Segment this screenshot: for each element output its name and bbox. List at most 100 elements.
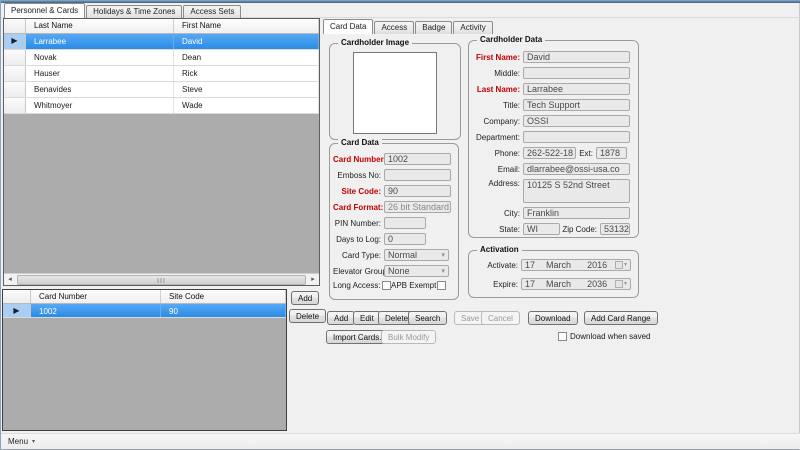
- column-header-last-name[interactable]: Last Name: [26, 19, 174, 33]
- cancel-button[interactable]: Cancel: [481, 311, 520, 325]
- phone-field[interactable]: 262-522-18: [523, 147, 576, 159]
- personnel-grid: Last Name First Name ▶ Larrabee David No…: [3, 18, 320, 286]
- tab-access[interactable]: Access: [374, 21, 414, 34]
- scroll-right-icon[interactable]: ▸: [307, 274, 319, 285]
- expire-label: Expire:: [473, 280, 521, 289]
- activate-label: Activate:: [473, 261, 521, 270]
- activate-date-picker[interactable]: 17 March 2016 ▾: [521, 259, 631, 271]
- city-label: City:: [473, 209, 523, 218]
- card-add-button[interactable]: Add: [291, 291, 319, 305]
- ext-field[interactable]: 1878: [596, 147, 627, 159]
- edit-button[interactable]: Edit: [353, 311, 381, 325]
- email-field[interactable]: dlarrabee@ossi-usa.co: [523, 163, 630, 175]
- table-row[interactable]: Benavides Steve: [4, 82, 319, 98]
- add-card-range-button[interactable]: Add Card Range: [584, 311, 658, 325]
- column-header-card-number[interactable]: Card Number: [31, 290, 161, 303]
- row-selector-header: [3, 290, 31, 303]
- calendar-picker-icon[interactable]: ▾: [615, 279, 627, 290]
- cell-first-name: David: [174, 34, 319, 49]
- site-code-field[interactable]: 90: [384, 185, 451, 197]
- group-caption: Card Data: [338, 138, 382, 147]
- days-to-log-label: Days to Log:: [333, 235, 384, 244]
- cell-last-name: Benavides: [26, 82, 174, 97]
- personnel-grid-header: Last Name First Name: [4, 19, 319, 34]
- department-label: Department:: [473, 133, 523, 142]
- menu-button[interactable]: Menu: [1, 437, 32, 446]
- scroll-left-icon[interactable]: ◂: [4, 274, 16, 285]
- apb-exempt-checkbox[interactable]: [437, 281, 446, 290]
- column-header-first-name[interactable]: First Name: [174, 19, 319, 33]
- phone-label: Phone:: [473, 149, 523, 158]
- middle-name-field[interactable]: [523, 67, 630, 79]
- pin-number-label: PIN Number:: [333, 219, 384, 228]
- table-row[interactable]: Whitmoyer Wade: [4, 98, 319, 114]
- card-number-label: Card Number:: [333, 155, 384, 164]
- download-when-saved-checkbox[interactable]: [558, 332, 567, 341]
- tab-card-data[interactable]: Card Data: [323, 19, 373, 34]
- cardholder-data-group: Cardholder Data First Name: David Middle…: [468, 40, 639, 238]
- bulk-modify-button[interactable]: Bulk Modify: [381, 330, 436, 344]
- table-row[interactable]: Hauser Rick: [4, 66, 319, 82]
- zip-code-label: Zip Code:: [560, 225, 600, 234]
- add-button[interactable]: Add: [327, 311, 355, 325]
- cards-grid: Card Number Site Code ▶ 1002 90: [2, 289, 287, 431]
- zip-code-field[interactable]: 53132: [600, 223, 630, 235]
- state-field[interactable]: WI: [523, 223, 560, 235]
- expire-date-picker[interactable]: 17 March 2036 ▾: [521, 278, 631, 290]
- menu-bar: Menu ▾: [1, 433, 800, 449]
- days-to-log-field[interactable]: 0: [384, 233, 426, 245]
- cell-last-name: Novak: [26, 50, 174, 65]
- card-number-field[interactable]: 1002: [384, 153, 451, 165]
- row-selector-arrow-icon: ▶: [4, 34, 26, 49]
- menu-arrow-icon: ▾: [32, 438, 35, 445]
- table-row[interactable]: Novak Dean: [4, 50, 319, 66]
- search-button[interactable]: Search: [408, 311, 447, 325]
- first-name-field[interactable]: David: [523, 51, 630, 63]
- pin-number-field[interactable]: [384, 217, 426, 229]
- last-name-field[interactable]: Larrabee: [523, 83, 630, 95]
- card-format-label: Card Format:: [333, 203, 384, 212]
- elevator-group-dropdown[interactable]: None ▾: [384, 265, 449, 277]
- long-access-checkbox[interactable]: [382, 281, 391, 290]
- card-type-dropdown[interactable]: Normal ▾: [384, 249, 449, 261]
- row-selector-cell: [4, 66, 26, 81]
- tab-holidays-timezones[interactable]: Holidays & Time Zones: [86, 5, 182, 18]
- download-button[interactable]: Download: [528, 311, 578, 325]
- row-selector-cell: [4, 98, 26, 113]
- cardholder-photo-placeholder[interactable]: [353, 52, 437, 134]
- tab-personnel-cards[interactable]: Personnel & Cards: [4, 3, 85, 18]
- row-selector-arrow-icon: ▶: [3, 304, 31, 317]
- cell-last-name: Larrabee: [26, 34, 174, 49]
- title-label: Title:: [473, 101, 523, 110]
- calendar-picker-icon[interactable]: ▾: [615, 260, 627, 271]
- tab-badge[interactable]: Badge: [415, 21, 452, 34]
- card-delete-button[interactable]: Delete: [289, 309, 326, 323]
- tab-activity[interactable]: Activity: [453, 21, 492, 34]
- column-header-site-code[interactable]: Site Code: [161, 290, 286, 303]
- activate-month: March: [546, 260, 587, 271]
- scrollbar-grip-icon: [157, 278, 166, 283]
- table-row[interactable]: ▶ 1002 90: [3, 304, 286, 318]
- state-label: State:: [473, 225, 523, 234]
- emboss-no-field[interactable]: [384, 169, 451, 181]
- row-selector-cell: [4, 82, 26, 97]
- expire-year: 2036: [587, 279, 612, 290]
- city-field[interactable]: Franklin: [523, 207, 630, 219]
- chevron-down-icon: ▾: [439, 266, 445, 277]
- expire-month: March: [546, 279, 587, 290]
- title-field[interactable]: Tech Support: [523, 99, 630, 111]
- tab-access-sets[interactable]: Access Sets: [183, 5, 241, 18]
- card-format-dropdown[interactable]: 26 bit Standard ▾: [384, 201, 451, 213]
- horizontal-scrollbar[interactable]: ◂ ▸: [4, 273, 319, 285]
- scrollbar-thumb[interactable]: [17, 275, 306, 285]
- elevator-group-label: Elevator Group:: [333, 267, 384, 276]
- table-row[interactable]: ▶ Larrabee David: [4, 34, 319, 50]
- cardholder-image-group: Cardholder Image: [329, 43, 461, 140]
- emboss-no-label: Emboss No:: [333, 171, 384, 180]
- main-tab-strip: Personnel & Cards Holidays & Time Zones …: [4, 4, 242, 18]
- address-field[interactable]: 10125 S 52nd Street: [523, 179, 630, 203]
- department-field[interactable]: [523, 131, 630, 143]
- company-field[interactable]: OSSI: [523, 115, 630, 127]
- window-title-bar-edge: [1, 0, 800, 3]
- card-type-label: Card Type:: [333, 251, 384, 260]
